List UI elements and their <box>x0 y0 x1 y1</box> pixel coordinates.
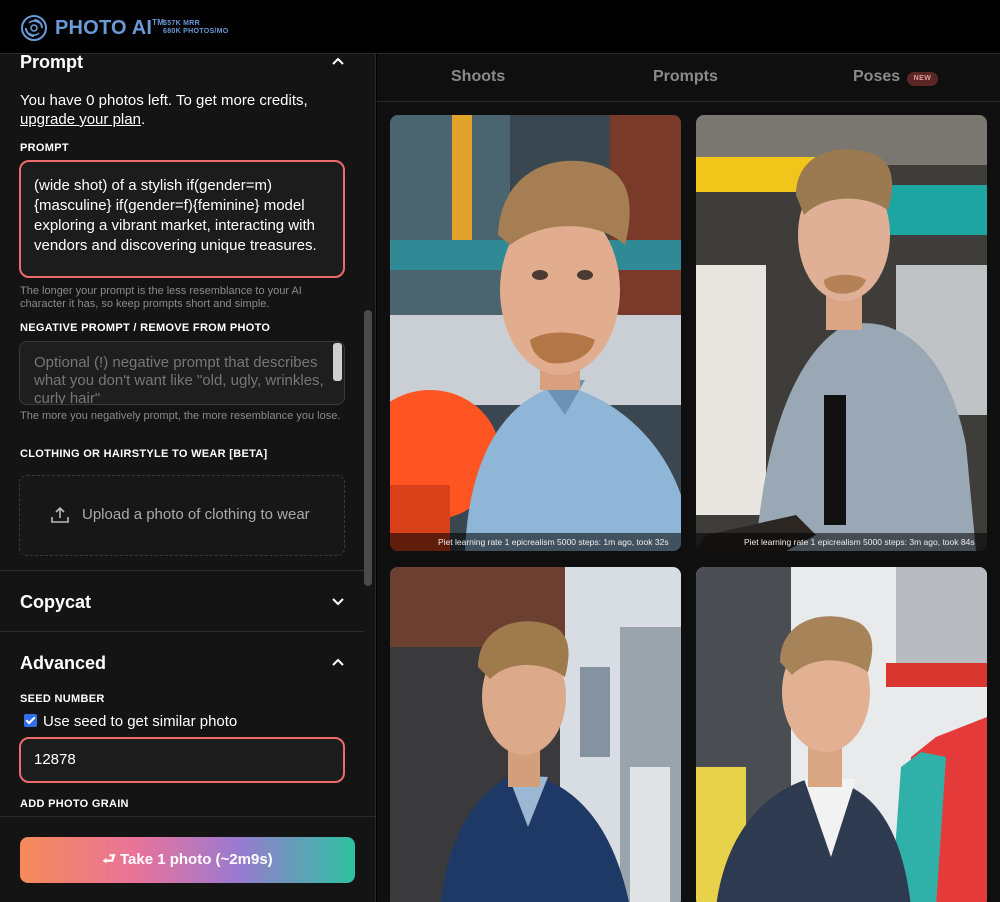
seed-number-input[interactable]: 12878 <box>19 737 345 783</box>
photo-caption: Piet learning rate 1 epicrealism 5000 st… <box>696 533 987 551</box>
prompt-textarea[interactable]: (wide shot) of a stylish if(gender=m){ma… <box>19 160 345 278</box>
photo-image <box>696 115 987 551</box>
photo-card[interactable] <box>696 567 987 902</box>
app-header: PHOTO AITM $57K MRR 680K PHOTOS/MO <box>0 0 1000 54</box>
right-panel: Shoots Prompts Poses NEW Piet learning r… <box>377 54 1000 902</box>
photo-image <box>696 567 987 902</box>
tab-poses[interactable]: Poses <box>853 68 900 86</box>
chevron-up-icon[interactable] <box>331 657 345 667</box>
upgrade-plan-link[interactable]: upgrade your plan <box>20 111 141 128</box>
advanced-section-title[interactable]: Advanced <box>20 653 106 674</box>
prompt-label: PROMPT <box>20 142 69 154</box>
mrr-stat: $57K MRR <box>163 20 201 27</box>
chevron-down-icon[interactable] <box>331 596 345 606</box>
photo-card[interactable] <box>390 567 681 902</box>
new-badge: NEW <box>907 72 938 86</box>
left-footer: ⮐ Take 1 photo (~2m9s) <box>0 816 375 902</box>
take-photo-button[interactable]: ⮐ Take 1 photo (~2m9s) <box>20 837 355 883</box>
photo-card[interactable]: Piet learning rate 1 epicrealism 5000 st… <box>696 115 987 551</box>
chevron-up-icon[interactable] <box>331 56 345 66</box>
clothing-upload-dropzone[interactable]: Upload a photo of clothing to wear <box>19 475 345 556</box>
brand-stats: $57K MRR 680K PHOTOS/MO <box>163 20 229 36</box>
prompt-hint: The longer your prompt is the less resem… <box>20 285 302 310</box>
upload-text: Upload a photo of clothing to wear <box>82 506 310 523</box>
seed-checkbox[interactable] <box>24 714 37 727</box>
photo-image <box>390 567 681 902</box>
negative-hint: The more you negatively prompt, the more… <box>20 410 341 422</box>
photo-image <box>390 115 681 551</box>
divider <box>0 570 364 571</box>
photos-stat: 680K PHOTOS/MO <box>163 28 229 35</box>
negative-prompt-label: NEGATIVE PROMPT / REMOVE FROM PHOTO <box>20 322 271 334</box>
logo-spiral-icon[interactable] <box>20 14 48 42</box>
tab-shoots[interactable]: Shoots <box>451 68 505 86</box>
prompt-section-title[interactable]: Prompt <box>20 54 83 73</box>
seed-label: SEED NUMBER <box>20 693 105 705</box>
credits-info: You have 0 photos left. To get more cred… <box>20 92 308 128</box>
left-panel: Prompt You have 0 photos left. To get mo… <box>0 54 376 902</box>
clothing-label: CLOTHING OR HAIRSTYLE TO WEAR [BETA] <box>20 448 268 460</box>
brand-name[interactable]: PHOTO AITM <box>55 17 164 40</box>
tab-prompts[interactable]: Prompts <box>653 68 718 86</box>
tab-bar: Shoots Prompts Poses NEW <box>377 54 1000 102</box>
upload-icon <box>51 506 69 523</box>
panel-scrollbar[interactable] <box>364 310 372 586</box>
textarea-scrollbar[interactable] <box>333 343 342 381</box>
copycat-section-title[interactable]: Copycat <box>20 592 91 613</box>
negative-prompt-textarea[interactable]: Optional (!) negative prompt that descri… <box>19 341 345 405</box>
photo-grain-label: ADD PHOTO GRAIN <box>20 798 129 810</box>
seed-checkbox-label[interactable]: Use seed to get similar photo <box>43 713 237 730</box>
photo-card[interactable]: Piet learning rate 1 epicrealism 5000 st… <box>390 115 681 551</box>
divider <box>0 631 364 632</box>
photo-caption: Piet learning rate 1 epicrealism 5000 st… <box>390 533 681 551</box>
